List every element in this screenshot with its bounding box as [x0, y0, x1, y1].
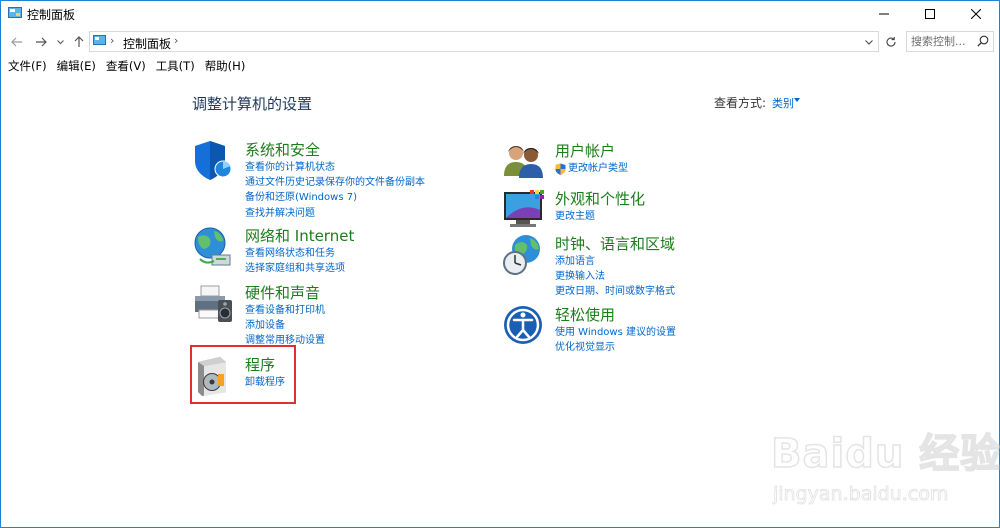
uac-link[interactable]: 更改帐户类型 [555, 161, 628, 176]
category-title[interactable]: 轻松使用 [555, 304, 615, 325]
watermark-brand: Baidu 经验 [770, 430, 1000, 478]
forward-arrow-icon [36, 37, 47, 47]
category-link[interactable]: 添加设备 [245, 318, 325, 333]
category-clock-region: 时钟、语言和区域 添加语言 更换输入法 更改日期、时间或数字格式 [502, 233, 722, 298]
category-title[interactable]: 网络和 Internet [245, 225, 354, 246]
forward-button[interactable] [32, 32, 50, 52]
baidu-watermark: Baidu 经验 jingyan.baidu.com [770, 421, 1000, 521]
category-appearance: 外观和个性化 更改主题 [502, 188, 702, 228]
menu-view[interactable]: 查看(V) [101, 57, 151, 75]
category-link[interactable]: 备份和还原(Windows 7) [245, 190, 425, 205]
address-bar[interactable]: › 控制面板 › [89, 31, 879, 52]
category-hardware-sound: 硬件和声音 查看设备和打印机 添加设备 调整常用移动设置 [192, 282, 452, 347]
category-link[interactable]: 查看设备和打印机 [245, 303, 325, 318]
category-title[interactable]: 系统和安全 [245, 139, 320, 160]
category-user-accounts: 用户帐户 更改帐户类型 [502, 140, 702, 180]
category-title[interactable]: 硬件和声音 [245, 282, 320, 303]
category-system-security: 系统和安全 查看你的计算机状态 通过文件历史记录保存你的文件备份副本 备份和还原… [192, 139, 452, 219]
refresh-icon [886, 37, 896, 47]
shield-pie-icon[interactable] [192, 139, 236, 183]
category-link[interactable]: 优化视觉显示 [555, 340, 676, 355]
back-button[interactable] [8, 32, 26, 52]
caret-down-icon[interactable] [794, 98, 800, 102]
uac-shield-icon [555, 163, 566, 175]
title-bar[interactable]: 控制面板 [1, 1, 999, 27]
category-link[interactable]: 使用 Windows 建议的设置 [555, 325, 676, 340]
back-arrow-icon [11, 37, 22, 47]
search-icon[interactable] [977, 35, 989, 47]
chevron-down-icon [865, 39, 873, 45]
globe-network-icon[interactable] [192, 225, 236, 269]
highlight-box [190, 345, 296, 404]
menu-edit[interactable]: 编辑(E) [52, 57, 101, 75]
window-title: 控制面板 [27, 8, 76, 22]
breadcrumb-control-panel[interactable]: 控制面板 [123, 35, 171, 52]
control-panel-icon [8, 7, 22, 18]
menu-bar: 文件(F) 编辑(E) 查看(V) 工具(T) 帮助(H) [1, 57, 999, 75]
category-link[interactable]: 查看网络状态和任务 [245, 246, 345, 261]
monitor-palette-icon[interactable] [502, 188, 546, 232]
category-link[interactable]: 通过文件历史记录保存你的文件备份副本 [245, 175, 425, 190]
up-arrow-icon [74, 36, 84, 47]
menu-help[interactable]: 帮助(H) [200, 57, 251, 75]
category-link-label: 更改帐户类型 [568, 163, 628, 174]
users-icon[interactable] [502, 140, 546, 184]
maximize-button[interactable] [907, 1, 953, 27]
recent-locations-button[interactable] [54, 32, 66, 52]
clock-globe-icon[interactable] [502, 233, 546, 277]
menu-tools[interactable]: 工具(T) [151, 57, 200, 75]
category-link[interactable]: 查看你的计算机状态 [245, 160, 425, 175]
control-panel-icon [93, 35, 106, 45]
category-link[interactable]: 查找并解决问题 [245, 206, 425, 221]
close-button[interactable] [953, 1, 999, 27]
up-button[interactable] [70, 32, 88, 52]
minimize-button[interactable] [861, 1, 907, 27]
view-by-label: 查看方式: [714, 96, 767, 110]
watermark-url: jingyan.baidu.com [773, 483, 949, 506]
category-title[interactable]: 用户帐户 [555, 140, 615, 161]
chevron-down-icon [56, 39, 64, 44]
control-panel-window: 控制面板 › 控制面板 › 搜索控制... 文件(F) 编辑(E) 查看(V) … [0, 0, 1000, 528]
breadcrumb-chevron-icon[interactable]: › [174, 34, 178, 47]
close-icon [971, 9, 981, 19]
address-history-dropdown[interactable] [862, 34, 876, 50]
category-link[interactable]: 更改日期、时间或数字格式 [555, 284, 675, 299]
minimize-icon [879, 13, 889, 15]
category-link[interactable]: 更改主题 [555, 209, 595, 224]
category-link[interactable]: 添加语言 [555, 254, 675, 269]
category-link[interactable]: 更换输入法 [555, 269, 675, 284]
ease-of-access-icon[interactable] [502, 304, 546, 348]
printer-speaker-icon[interactable] [192, 282, 236, 326]
category-title[interactable]: 时钟、语言和区域 [555, 233, 675, 254]
page-heading: 调整计算机的设置 [192, 95, 313, 113]
category-title[interactable]: 外观和个性化 [555, 188, 645, 209]
category-ease-of-access: 轻松使用 使用 Windows 建议的设置 优化视觉显示 [502, 304, 722, 354]
menu-file[interactable]: 文件(F) [1, 57, 52, 75]
category-link[interactable]: 选择家庭组和共享选项 [245, 261, 345, 276]
refresh-button[interactable] [881, 32, 901, 52]
search-box[interactable] [906, 31, 994, 52]
breadcrumb-chevron-icon[interactable]: › [110, 34, 114, 47]
category-network-internet: 网络和 Internet 查看网络状态和任务 选择家庭组和共享选项 [192, 225, 452, 275]
view-by-dropdown[interactable]: 类别 [772, 95, 794, 111]
maximize-icon [925, 9, 935, 19]
search-input[interactable] [911, 34, 973, 49]
navigation-bar: › 控制面板 › [1, 29, 999, 55]
